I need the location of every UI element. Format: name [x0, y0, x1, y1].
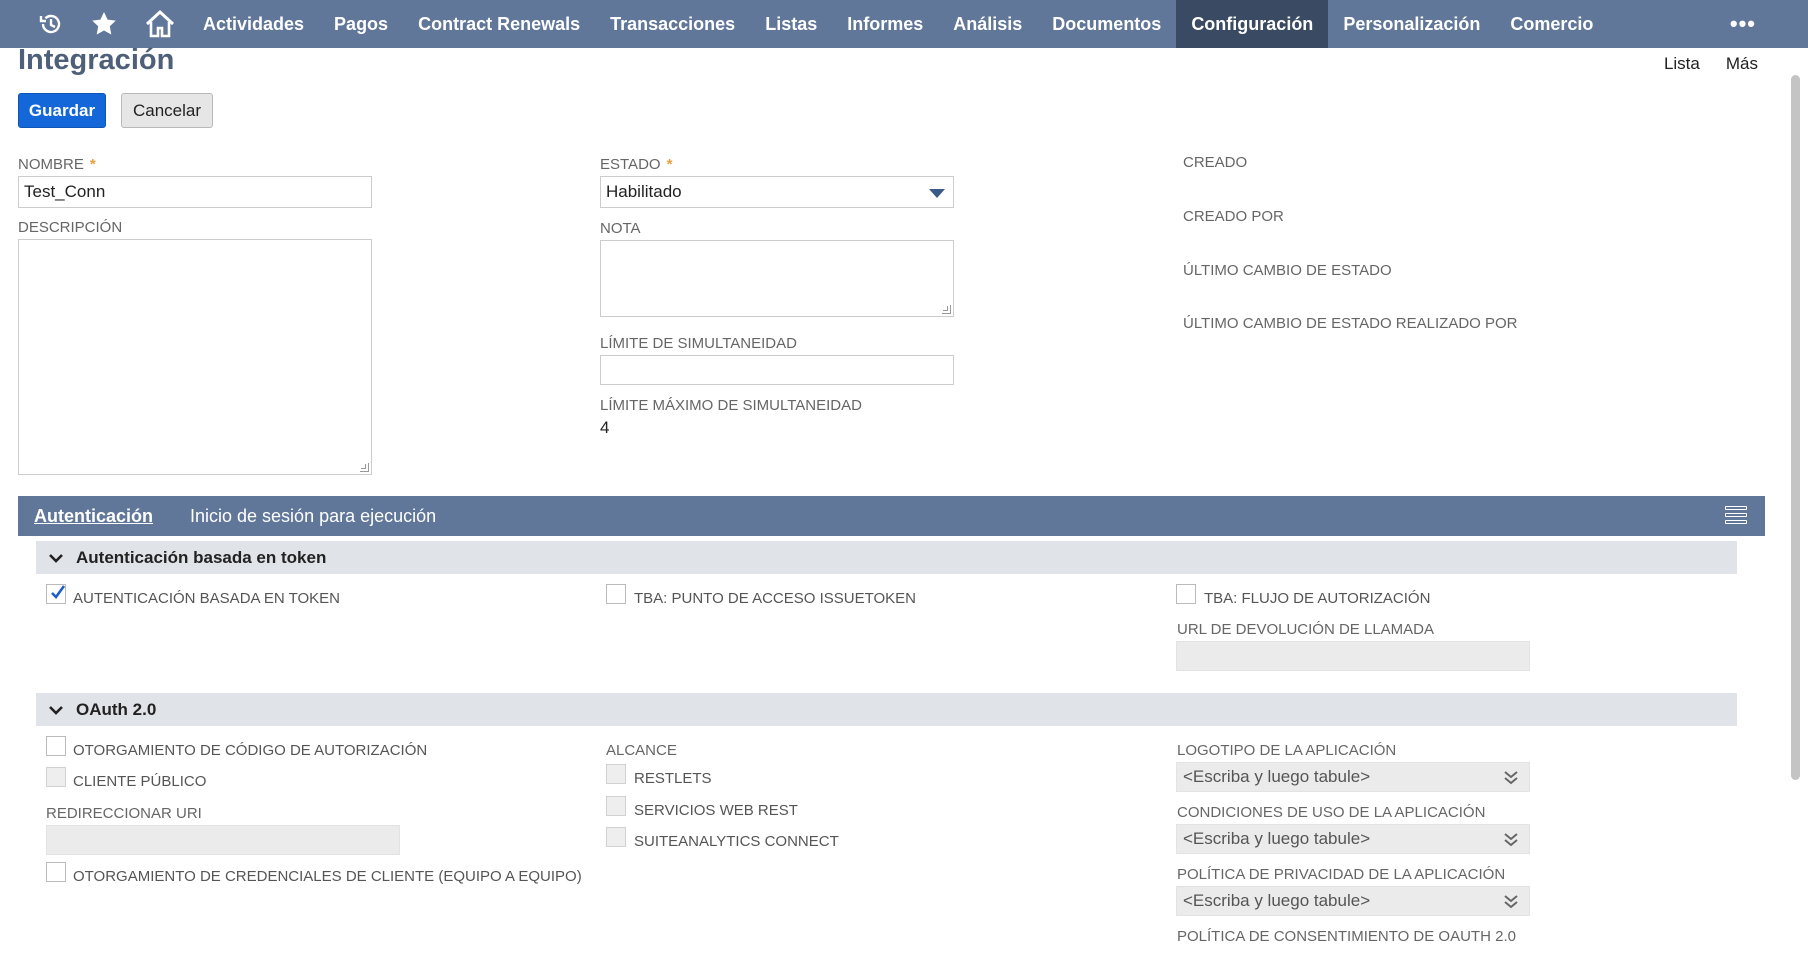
vertical-scrollbar[interactable]: [1791, 75, 1800, 780]
double-chevron-down-icon: [1503, 769, 1519, 792]
max-concurrency-label: LÍMITE MÁXIMO DE SIMULTANEIDAD: [600, 397, 862, 414]
nav-contract-renewals[interactable]: Contract Renewals: [403, 0, 595, 48]
scope-label: ALCANCE: [606, 742, 677, 759]
double-chevron-down-icon: [1503, 831, 1519, 854]
token-auth-checkbox[interactable]: [46, 584, 66, 604]
chevron-down-icon: [36, 552, 76, 564]
section-header-tba[interactable]: Autenticación basada en token: [36, 541, 1737, 574]
resize-grip-icon[interactable]: [942, 305, 951, 314]
tab-inicio-sesion-ejecucion[interactable]: Inicio de sesión para ejecución: [190, 496, 436, 536]
concurrency-limit-input[interactable]: [600, 355, 954, 385]
scope-rest-checkbox[interactable]: [606, 796, 626, 816]
save-button[interactable]: Guardar: [18, 93, 106, 128]
concurrency-limit-label: LÍMITE DE SIMULTANEIDAD: [600, 335, 797, 352]
issuetoken-checkbox[interactable]: [606, 584, 626, 604]
scope-suiteanalytics-checkbox[interactable]: [606, 827, 626, 847]
more-link[interactable]: Más: [1726, 54, 1758, 74]
section-title-tba: Autenticación basada en token: [76, 547, 327, 567]
callback-url-input[interactable]: [1176, 641, 1530, 671]
note-label: NOTA: [600, 220, 641, 237]
scope-rest-label: SERVICIOS WEB REST: [634, 802, 798, 819]
nav-informes[interactable]: Informes: [832, 0, 938, 48]
state-select-value: Habilitado: [606, 182, 682, 201]
nav-more-menu[interactable]: •••: [1730, 0, 1756, 48]
double-chevron-down-icon: [1503, 893, 1519, 916]
token-auth-label: AUTENTICACIÓN BASADA EN TOKEN: [73, 590, 341, 607]
auth-flow-label: TBA: FLUJO DE AUTORIZACIÓN: [1204, 590, 1431, 607]
tab-autenticacion[interactable]: Autenticación: [34, 496, 153, 536]
nav-comercio[interactable]: Comercio: [1495, 0, 1608, 48]
nav-configuracion[interactable]: Configuración: [1176, 0, 1329, 48]
nav-transacciones[interactable]: Transacciones: [595, 0, 750, 48]
client-credentials-label: OTORGAMIENTO DE CREDENCIALES DE CLIENTE …: [73, 868, 582, 885]
last-state-change-by-label: ÚLTIMO CAMBIO DE ESTADO REALIZADO POR: [1183, 315, 1518, 332]
nav-pagos[interactable]: Pagos: [319, 0, 403, 48]
resize-grip-icon[interactable]: [360, 463, 369, 472]
redirect-uri-label: REDIRECCIONAR URI: [46, 805, 202, 822]
nav-documentos[interactable]: Documentos: [1037, 0, 1176, 48]
section-title-oauth: OAuth 2.0: [76, 699, 157, 719]
name-label: NOMBRE *: [18, 156, 96, 173]
tabs-layout-icon[interactable]: [1725, 506, 1747, 526]
description-textarea[interactable]: [18, 239, 372, 475]
client-credentials-checkbox[interactable]: [46, 862, 66, 882]
app-logo-placeholder: <Escriba y luego tabule>: [1183, 767, 1371, 786]
list-link[interactable]: Lista: [1664, 54, 1700, 74]
state-select[interactable]: Habilitado: [600, 176, 954, 208]
nav-analisis[interactable]: Análisis: [938, 0, 1037, 48]
created-by-label: CREADO POR: [1183, 208, 1284, 225]
public-client-label: CLIENTE PÚBLICO: [73, 773, 207, 790]
favorites-star-icon[interactable]: [76, 0, 132, 48]
public-client-checkbox[interactable]: [46, 767, 66, 787]
app-logo-select[interactable]: <Escriba y luego tabule>: [1176, 762, 1530, 792]
app-logo-label: LOGOTIPO DE LA APLICACIÓN: [1177, 742, 1397, 759]
name-input[interactable]: Test_Conn: [18, 176, 372, 208]
redirect-uri-input[interactable]: [46, 825, 400, 855]
chevron-down-icon: [36, 704, 76, 716]
terms-select[interactable]: <Escriba y luego tabule>: [1176, 824, 1530, 854]
privacy-label: POLÍTICA DE PRIVACIDAD DE LA APLICACIÓN: [1177, 866, 1506, 883]
terms-placeholder: <Escriba y luego tabule>: [1183, 829, 1371, 848]
nav-personalizacion[interactable]: Personalización: [1328, 0, 1495, 48]
scope-restlets-label: RESTLETS: [634, 770, 712, 787]
cancel-button[interactable]: Cancelar: [121, 93, 213, 128]
issuetoken-label: TBA: PUNTO DE ACCESO ISSUETOKEN: [634, 590, 917, 607]
max-concurrency-value: 4: [600, 418, 610, 437]
auth-flow-checkbox[interactable]: [1176, 584, 1196, 604]
auth-code-grant-checkbox[interactable]: [46, 736, 66, 756]
terms-label: CONDICIONES DE USO DE LA APLICACIÓN: [1177, 804, 1486, 821]
dropdown-arrow-icon: [929, 189, 945, 198]
nav-actividades[interactable]: Actividades: [188, 0, 319, 48]
last-state-change-label: ÚLTIMO CAMBIO DE ESTADO: [1183, 262, 1392, 279]
nav-listas[interactable]: Listas: [750, 0, 832, 48]
recent-history-icon[interactable]: [26, 0, 76, 48]
callback-url-label: URL DE DEVOLUCIÓN DE LLAMADA: [1177, 621, 1435, 638]
home-icon[interactable]: [132, 0, 188, 48]
privacy-select[interactable]: <Escriba y luego tabule>: [1176, 886, 1530, 916]
required-mark: *: [89, 156, 96, 173]
subtab-bar: Autenticación Inicio de sesión para ejec…: [18, 496, 1765, 536]
privacy-placeholder: <Escriba y luego tabule>: [1183, 891, 1371, 910]
scope-suiteanalytics-label: SUITEANALYTICS CONNECT: [634, 833, 839, 850]
section-header-oauth[interactable]: OAuth 2.0: [36, 693, 1737, 726]
state-label: ESTADO *: [600, 156, 673, 173]
created-label: CREADO: [1183, 154, 1248, 171]
note-textarea[interactable]: [600, 240, 954, 317]
header-links: Lista Más: [1664, 54, 1758, 74]
required-mark: *: [666, 156, 673, 173]
scope-restlets-checkbox[interactable]: [606, 764, 626, 784]
page-title: Integración: [18, 44, 175, 76]
top-navigation: Actividades Pagos Contract Renewals Tran…: [0, 0, 1808, 48]
description-label: DESCRIPCIÓN: [18, 219, 123, 236]
auth-code-grant-label: OTORGAMIENTO DE CÓDIGO DE AUTORIZACIÓN: [73, 742, 428, 759]
checkmark-icon: [51, 585, 66, 599]
consent-label: POLÍTICA DE CONSENTIMIENTO DE OAUTH 2.0: [1177, 928, 1516, 945]
